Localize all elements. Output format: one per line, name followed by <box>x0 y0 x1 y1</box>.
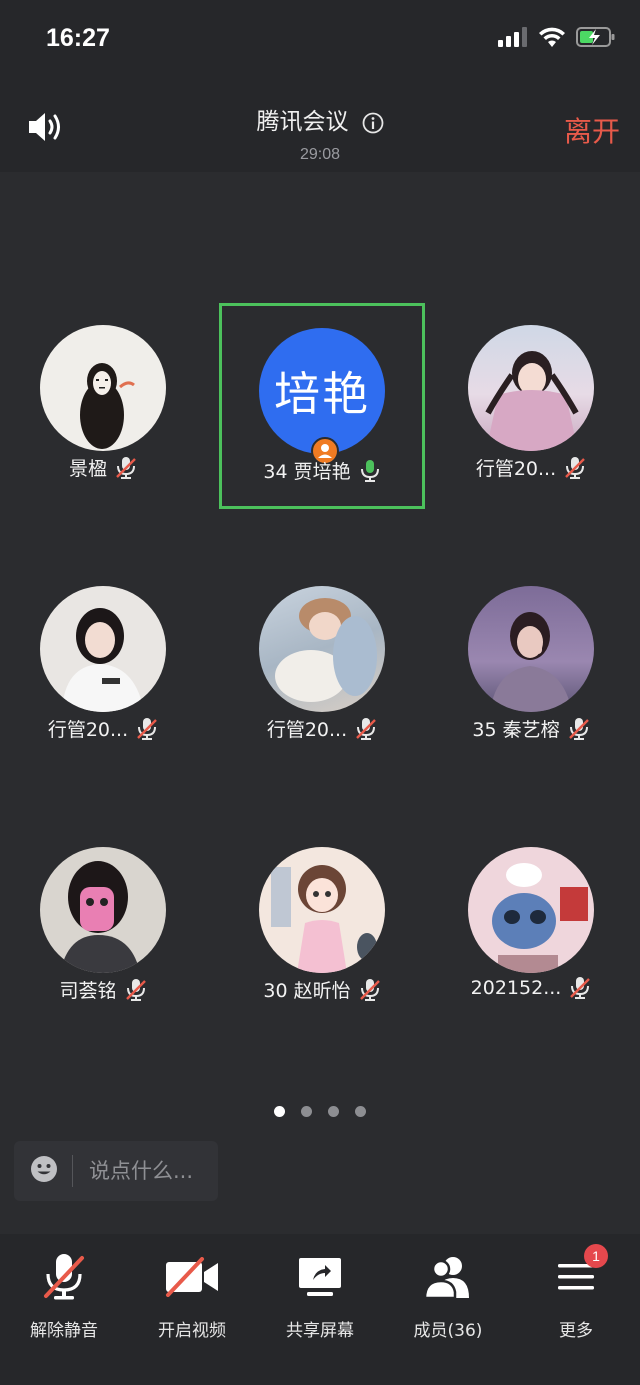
page-dot[interactable] <box>355 1106 366 1117</box>
girl-pink-phone-photo <box>40 847 166 973</box>
participant-tile[interactable]: 行管20... <box>0 561 206 767</box>
page-indicator <box>0 1106 640 1117</box>
participant-name-row: 202152... <box>428 976 634 1000</box>
participant-tile[interactable]: 行管20... <box>219 561 425 767</box>
participant-tile[interactable]: 202152... <box>428 822 634 1028</box>
meeting-title: 腾讯会议 <box>256 109 349 135</box>
battery-charging-icon <box>576 27 615 47</box>
info-icon <box>362 112 383 133</box>
mic-off-icon <box>44 1254 84 1300</box>
unmute-button[interactable]: 解除静音 <box>0 1250 128 1341</box>
participant-name-row: 35 秦艺榕 <box>428 715 634 742</box>
participant-tile[interactable]: 30 赵昕怡 <box>219 822 425 1028</box>
members-label: 成员(36) <box>413 1321 483 1341</box>
participant-name-row: 行管20... <box>0 715 206 742</box>
mic-muted-icon <box>570 977 591 999</box>
emoji-button[interactable] <box>30 1155 58 1187</box>
page-dot[interactable] <box>301 1106 312 1117</box>
chat-input-bar <box>14 1141 218 1201</box>
stitch-cartoon-avatar <box>468 847 594 973</box>
girl-purple-sky-photo <box>468 586 594 712</box>
participant-name: 行管20... <box>266 719 348 741</box>
share-screen-label: 共享屏幕 <box>286 1321 354 1341</box>
girl-braids-photo <box>468 325 594 451</box>
participant-name: 行管20... <box>47 719 129 741</box>
participant-name: 行管20... <box>475 458 557 480</box>
share-screen-icon <box>299 1258 341 1296</box>
mic-muted-icon <box>116 456 136 479</box>
share-screen-button[interactable]: 共享屏幕 <box>256 1250 384 1341</box>
status-icons <box>498 26 616 48</box>
participant-name-row: 行管20... <box>219 715 425 742</box>
participant-name-row: 行管20... <box>428 454 634 481</box>
mic-muted-icon <box>568 717 589 740</box>
meeting-info-button[interactable] <box>362 112 384 138</box>
participant-name-row: 34 贾培艳 <box>222 457 422 484</box>
mic-muted-icon <box>356 717 376 740</box>
status-time: 16:27 <box>46 24 110 52</box>
participant-name-row: 30 赵昕怡 <box>219 976 425 1003</box>
participant-name: 202152... <box>470 977 562 999</box>
page-dot[interactable] <box>328 1106 339 1117</box>
wifi-icon <box>539 27 565 47</box>
leave-button[interactable]: 离开 <box>564 110 620 150</box>
cartoon-girl-avatar <box>259 847 385 973</box>
participant-name-row: 司荟铭 <box>0 976 206 1003</box>
chat-input[interactable] <box>87 1158 211 1184</box>
no-face-avatar <box>40 325 166 451</box>
participant-name: 司荟铭 <box>59 980 117 1002</box>
members-icon <box>423 1257 469 1300</box>
participant-tile[interactable]: 行管20... <box>428 300 634 506</box>
cellular-signal-icon <box>498 27 527 47</box>
girl-lying-cat-photo <box>259 586 385 712</box>
start-video-label: 开启视频 <box>158 1321 226 1341</box>
more-button[interactable]: 1 更多 <box>512 1244 640 1341</box>
meeting-timer: 29:08 <box>299 145 341 163</box>
start-video-button[interactable]: 开启视频 <box>128 1250 256 1341</box>
emoji-icon <box>31 1156 57 1182</box>
meeting-title-area: 腾讯会议 29:08 <box>0 102 640 164</box>
chat-divider <box>72 1155 73 1187</box>
participant-tile[interactable]: 司荟铭 <box>0 822 206 1028</box>
mic-muted-icon <box>359 978 380 1001</box>
participant-name-row: 景楹 <box>0 454 206 481</box>
participant-name: 景楹 <box>68 458 107 480</box>
page-dot-active[interactable] <box>274 1106 285 1117</box>
status-bar: 16:27 <box>0 0 640 80</box>
text-avatar: 培艳 <box>259 328 385 454</box>
participant-tile[interactable]: 景楹 <box>0 300 206 506</box>
meeting-header: 腾讯会议 29:08 离开 <box>0 80 640 172</box>
mic-muted-icon <box>125 978 146 1001</box>
participant-tile-active[interactable]: 培艳 34 贾培艳 <box>219 303 425 509</box>
mic-active-icon <box>360 459 379 482</box>
participant-tile[interactable]: 35 秦艺榕 <box>428 561 634 767</box>
girl-white-hoodie-photo <box>40 586 166 712</box>
video-off-icon <box>166 1257 218 1297</box>
unmute-label: 解除静音 <box>30 1321 98 1341</box>
participant-name: 35 秦艺榕 <box>472 719 560 741</box>
bottom-toolbar: 解除静音 开启视频 共享屏幕 成员(36) 1 更多 <box>0 1234 640 1385</box>
participant-name: 34 贾培艳 <box>263 461 351 483</box>
participant-name: 30 赵昕怡 <box>263 980 351 1002</box>
members-button[interactable]: 成员(36) <box>384 1250 512 1341</box>
more-notification-badge: 1 <box>584 1244 608 1268</box>
mic-muted-icon <box>565 456 585 479</box>
more-label: 更多 <box>559 1321 593 1341</box>
mic-muted-icon <box>137 717 157 740</box>
